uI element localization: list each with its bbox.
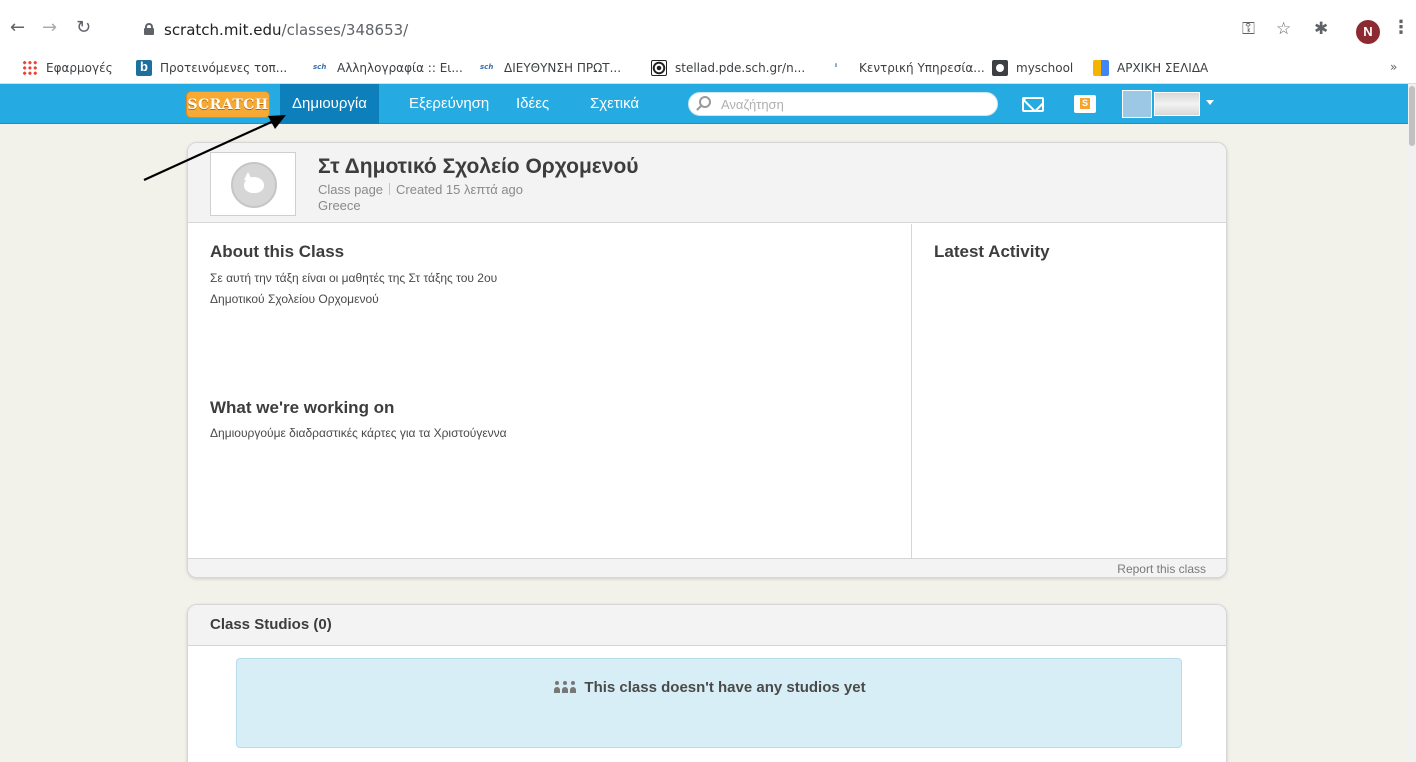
search-input[interactable] — [721, 95, 991, 113]
studios-empty-state: This class doesn't have any studios yet — [236, 658, 1182, 748]
url-text[interactable]: scratch.mit.edu/classes/348653/ — [164, 21, 408, 39]
nav-create[interactable]: Δημιουργία — [280, 84, 379, 124]
bookmark-stellad[interactable]: stellad.pde.sch.gr/n... — [651, 58, 805, 78]
about-title: About this Class — [210, 242, 345, 261]
class-type: Class page — [318, 182, 384, 197]
activity-title: Latest Activity — [934, 242, 1050, 261]
page-viewport: SCRATCH Δημιουργία Εξερεύνηση Ιδέες Σχετ… — [0, 84, 1416, 762]
class-created: Created 15 λεπτά ago — [396, 182, 524, 197]
bookmark-suggested[interactable]: Προτεινόμενες τοπ... — [136, 58, 287, 78]
extensions-puzzle-icon[interactable]: ✱ — [1314, 19, 1328, 39]
bookmark-apps[interactable]: Εφαρμογές — [22, 58, 113, 78]
reload-icon[interactable]: ↻ — [76, 19, 91, 37]
bookmark-home-page[interactable]: ΑΡΧΙΚΗ ΣΕΛΙΔΑ — [1093, 58, 1208, 78]
bookmarks-bar: Εφαρμογές Προτεινόμενες τοπ... Αλληλογρα… — [0, 52, 1416, 84]
search-icon[interactable] — [699, 96, 711, 108]
bookmark-mail[interactable]: Αλληλογραφία :: Ει... — [313, 58, 463, 78]
globe-icon — [992, 60, 1008, 76]
bookmark-directorate[interactable]: ΔΙΕΥΘΥΝΣΗ ΠΡΩΤ... — [480, 58, 621, 78]
browser-menu-icon[interactable]: ⋮ — [1392, 17, 1410, 38]
about-text: Σε αυτή την τάξη είναι οι μαθητές της Στ… — [210, 271, 498, 306]
bing-icon — [136, 59, 152, 76]
account-menu[interactable] — [1122, 88, 1218, 120]
scratch-logo[interactable]: SCRATCH — [186, 91, 270, 118]
avatar — [1122, 90, 1152, 118]
profile-avatar[interactable]: N — [1356, 20, 1380, 44]
people-icon — [554, 681, 577, 693]
key-icon[interactable]: ⚿ — [1242, 19, 1255, 39]
page-scrollbar[interactable] — [1408, 84, 1416, 762]
forward-arrow-icon[interactable]: → — [42, 19, 57, 37]
working-title: What we're working on — [210, 398, 395, 417]
cat-placeholder-icon — [231, 162, 277, 208]
more-bookmarks-icon[interactable]: » — [1390, 60, 1397, 74]
scratch-navbar: SCRATCH Δημιουργία Εξερεύνηση Ιδέες Σχετ… — [0, 84, 1410, 124]
class-header: Στ Δημοτικό Σχολείο Ορχομενού Class page… — [188, 143, 1226, 223]
sch-icon — [480, 60, 496, 76]
studios-title: Class Studios (0) — [210, 616, 332, 633]
address-bar[interactable]: scratch.mit.edu/classes/348653/ ⚿ ☆ ✱ — [134, 14, 1366, 46]
sch-icon — [313, 60, 329, 76]
bookmark-myschool[interactable]: myschool — [992, 58, 1073, 78]
class-thumbnail — [210, 152, 296, 216]
empty-message: This class doesn't have any studios yet — [237, 679, 1183, 696]
class-title: Στ Δημοτικό Σχολείο Ορχομενού — [318, 155, 639, 178]
class-studios-card: Class Studios (0) This class doesn't hav… — [187, 604, 1227, 762]
class-footer: Report this class — [188, 558, 1226, 577]
class-meta: Class page Created 15 λεπτά ago — [318, 182, 523, 197]
search-box[interactable] — [688, 92, 998, 116]
class-country: Greece — [318, 198, 361, 213]
report-class-link[interactable]: Report this class — [1117, 562, 1206, 576]
class-info: About this Class Σε αυτή την τάξη είναι … — [188, 224, 911, 558]
nav-ideas[interactable]: Ιδέες — [504, 84, 561, 124]
studios-header: Class Studios (0) — [188, 605, 1226, 646]
nav-about[interactable]: Σχετικά — [578, 84, 651, 124]
back-arrow-icon[interactable]: ← — [10, 19, 25, 37]
apps-icon — [22, 60, 38, 76]
book-icon — [1093, 60, 1109, 76]
star-icon[interactable]: ☆ — [1276, 19, 1291, 39]
working-text: Δημιουργούμε διαδραστικές κάρτες για τα … — [210, 426, 507, 440]
class-card: Στ Δημοτικό Σχολείο Ορχομενού Class page… — [187, 142, 1227, 578]
my-stuff-icon[interactable] — [1074, 95, 1096, 113]
bookmark-central-service[interactable]: Κεντρική Υπηρεσία... — [835, 58, 985, 78]
target-icon — [651, 60, 667, 76]
lock-icon[interactable] — [144, 23, 154, 35]
logo-icon — [835, 60, 851, 76]
chevron-down-icon — [1206, 100, 1214, 105]
messages-icon[interactable] — [1022, 97, 1044, 112]
nav-explore[interactable]: Εξερεύνηση — [397, 84, 501, 124]
latest-activity-panel: Latest Activity — [911, 224, 1226, 558]
username-redacted — [1154, 92, 1200, 116]
